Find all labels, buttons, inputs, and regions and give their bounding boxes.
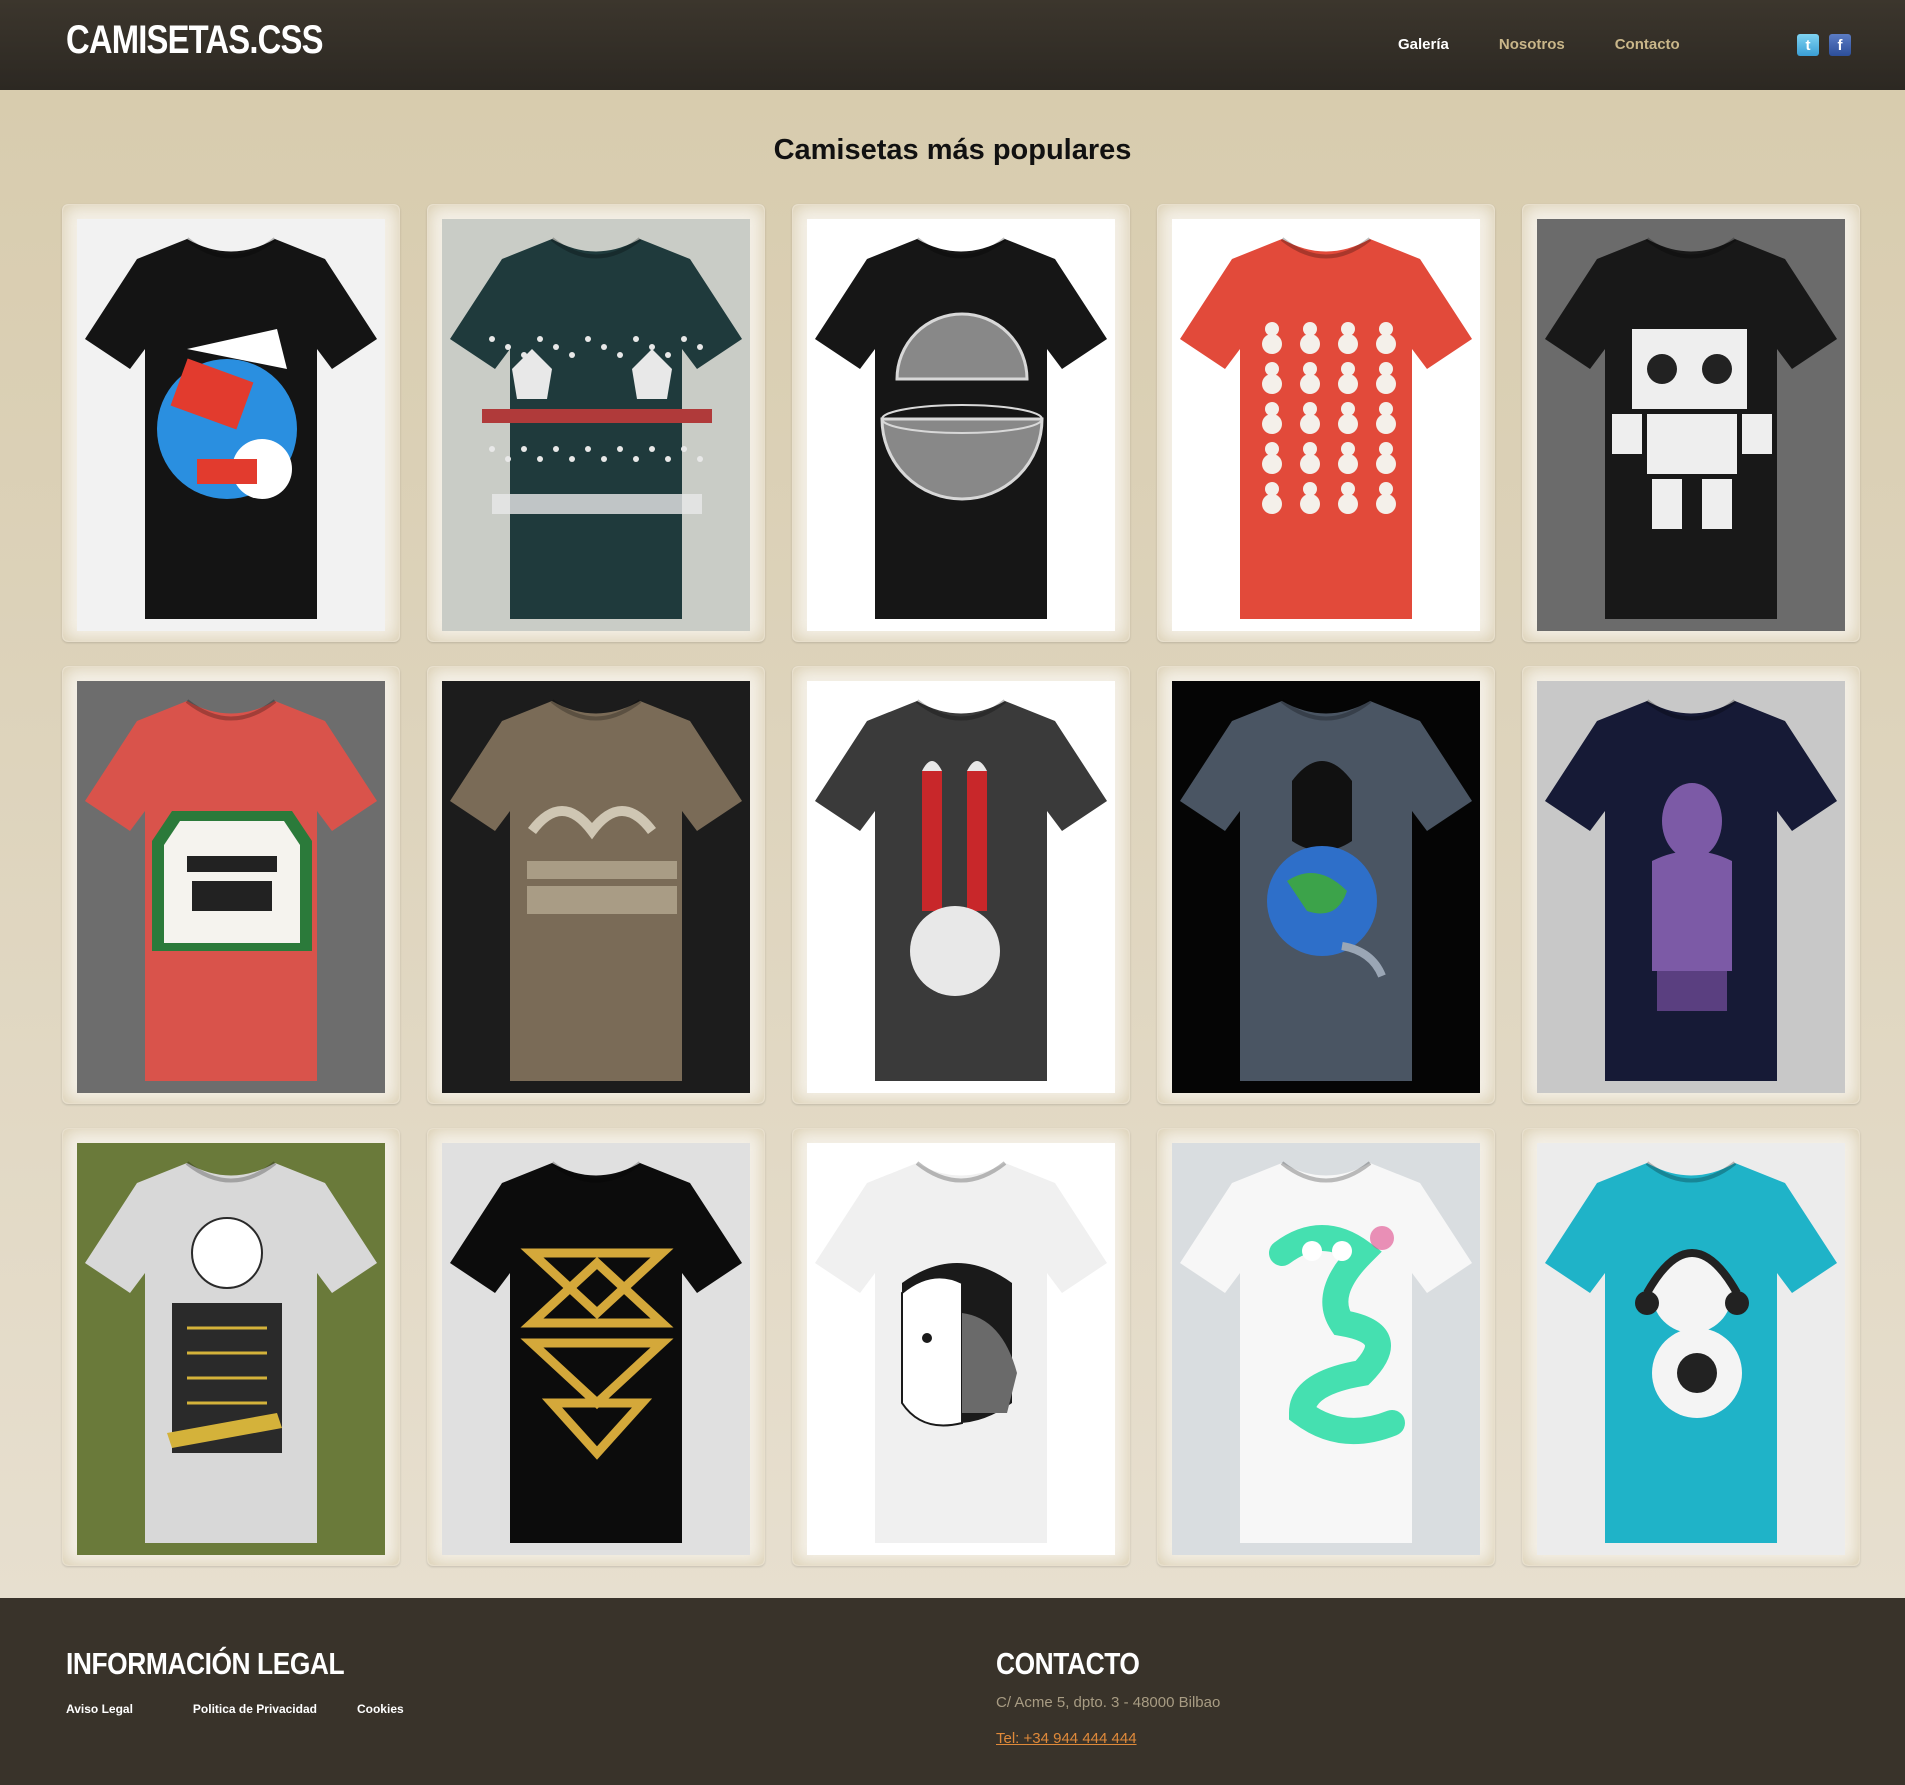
- main-nav: Galería Nosotros Contacto: [1398, 36, 1730, 53]
- shirt-image-sphere-split-black[interactable]: [807, 219, 1115, 631]
- shirt-card[interactable]: [1522, 204, 1860, 642]
- shirt-card[interactable]: [427, 1128, 765, 1566]
- shirt-image-gold-triangles-black[interactable]: [442, 1143, 750, 1555]
- shirt-card[interactable]: [62, 666, 400, 1104]
- cookies-link[interactable]: Cookies: [357, 1702, 404, 1716]
- contact-title: CONTACTO: [996, 1646, 1140, 1681]
- shirt-card[interactable]: [62, 1128, 400, 1566]
- shirt-card[interactable]: [62, 204, 400, 642]
- shirt-card[interactable]: [1522, 1128, 1860, 1566]
- shirt-image-green-snake-white[interactable]: [1172, 1143, 1480, 1555]
- site-footer: INFORMACIÓN LEGAL Aviso Legal Politica d…: [0, 1598, 1905, 1785]
- shirt-image-rabbit-ears-gray[interactable]: [807, 681, 1115, 1093]
- legal-title: INFORMACIÓN LEGAL: [66, 1646, 345, 1681]
- nav-galeria[interactable]: Galería: [1398, 36, 1449, 53]
- shirt-image-boy-dog-white[interactable]: [807, 1143, 1115, 1555]
- shirt-image-purple-girl-navy[interactable]: [1537, 681, 1845, 1093]
- shirt-image-better-than-i-deserve[interactable]: [442, 681, 750, 1093]
- shirt-card[interactable]: [792, 666, 1130, 1104]
- shirt-card[interactable]: [427, 204, 765, 642]
- shirt-image-captain-illustration-gray[interactable]: [77, 1143, 385, 1555]
- social-links: t f: [1797, 34, 1851, 56]
- aviso-legal-link[interactable]: Aviso Legal: [66, 1702, 133, 1716]
- privacy-policy-link[interactable]: Politica de Privacidad: [193, 1702, 317, 1716]
- shirt-image-snowmen-red[interactable]: [1172, 219, 1480, 631]
- nav-nosotros[interactable]: Nosotros: [1499, 36, 1565, 53]
- shirt-grid: [62, 204, 1860, 1566]
- shirt-image-abstract-colorful-black[interactable]: [77, 219, 385, 631]
- shirt-card[interactable]: [1157, 204, 1495, 642]
- shirt-card[interactable]: [427, 666, 765, 1104]
- nav-contacto[interactable]: Contacto: [1615, 36, 1680, 53]
- site-header: CAMISETAS.CSS Galería Nosotros Contacto …: [0, 0, 1905, 90]
- shirt-card[interactable]: [792, 204, 1130, 642]
- gallery-section: Camisetas más populares: [0, 90, 1905, 1598]
- shirt-image-please-stop-earth[interactable]: [1172, 681, 1480, 1093]
- site-logo[interactable]: CAMISETAS.CSS: [66, 18, 323, 63]
- shirt-image-reindeer-sweater-teal[interactable]: [442, 219, 750, 631]
- page-title: Camisetas más populares: [773, 134, 1132, 166]
- shirt-card[interactable]: [792, 1128, 1130, 1566]
- contact-phone-link[interactable]: Tel: +34 944 444 444: [996, 1730, 1137, 1747]
- shirt-card[interactable]: [1522, 666, 1860, 1104]
- twitter-icon[interactable]: t: [1797, 34, 1819, 56]
- shirt-image-bear-headphones-cyan[interactable]: [1537, 1143, 1845, 1555]
- shirt-card[interactable]: [1157, 666, 1495, 1104]
- legal-links: Aviso Legal Politica de Privacidad Cooki…: [66, 1702, 464, 1716]
- shirt-image-robot-black[interactable]: [1537, 219, 1845, 631]
- facebook-icon[interactable]: f: [1829, 34, 1851, 56]
- contact-address: C/ Acme 5, dpto. 3 - 48000 Bilbao: [996, 1694, 1221, 1711]
- shirt-card[interactable]: [1157, 1128, 1495, 1566]
- shirt-image-bassface-filthy-nasty[interactable]: [77, 681, 385, 1093]
